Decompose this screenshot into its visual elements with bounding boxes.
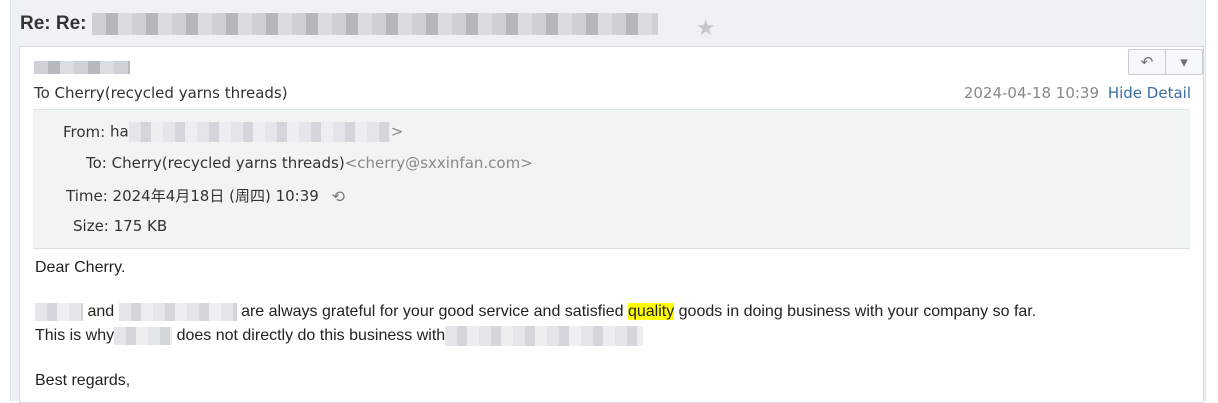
hide-detail-link[interactable]: Hide Detail bbox=[1108, 84, 1191, 102]
chevron-down-icon: ▾ bbox=[1180, 53, 1188, 71]
to-email: <cherry@sxxinfan.com> bbox=[344, 154, 533, 172]
redacted-name-1 bbox=[35, 303, 83, 321]
body-line-2-mid: does not directly do this business with bbox=[176, 327, 446, 345]
body-and: and bbox=[87, 303, 115, 321]
closing: Best regards, bbox=[35, 372, 131, 389]
redacted-company bbox=[445, 326, 644, 346]
redacted-subject bbox=[91, 13, 658, 35]
to-label: To: bbox=[86, 154, 107, 172]
from-value-start: ha bbox=[110, 122, 129, 141]
size-value: 175 KB bbox=[113, 217, 168, 235]
mail-date: 2024-04-18 10:39 bbox=[963, 84, 1099, 102]
body-line-2: This is why does not directly do this bu… bbox=[35, 326, 644, 346]
body-line-1: and are always grateful for your good se… bbox=[35, 303, 1036, 321]
mail-actions: ↶ ▾ bbox=[1128, 49, 1203, 75]
reply-button[interactable]: ↶ bbox=[1129, 50, 1165, 74]
highlighted-word: quality bbox=[627, 303, 675, 321]
redacted-sender bbox=[34, 61, 130, 74]
body-line-1-text: are always grateful for your good servic… bbox=[241, 303, 624, 321]
redacted-from bbox=[128, 122, 391, 142]
mail-subject: Re: Re: bbox=[20, 13, 658, 35]
greeting: Dear Cherry. bbox=[35, 259, 126, 276]
body-line-1-tail: goods in doing business with your compan… bbox=[678, 303, 1037, 321]
mail-card: To Cherry(recycled yarns threads) 2024-0… bbox=[19, 46, 1204, 403]
redacted-name-3 bbox=[114, 327, 173, 345]
from-row: From: ha > bbox=[63, 122, 403, 142]
from-label: From: bbox=[63, 122, 106, 141]
history-icon[interactable]: ⟲ bbox=[332, 187, 345, 206]
size-label: Size: bbox=[73, 217, 109, 235]
time-row: Time: 2024年4月18日 (周四) 10:39 ⟲ bbox=[66, 185, 345, 206]
size-row: Size: 175 KB bbox=[73, 217, 167, 235]
to-summary: To Cherry(recycled yarns threads) bbox=[34, 84, 288, 102]
reply-icon: ↶ bbox=[1140, 53, 1154, 71]
subject-prefix: Re: Re: bbox=[20, 13, 92, 35]
time-label: Time: bbox=[66, 187, 108, 205]
to-row: To: Cherry(recycled yarns threads)<cherr… bbox=[86, 154, 533, 172]
redacted-name-2 bbox=[118, 303, 237, 321]
body-line-2-start: This is why bbox=[35, 327, 115, 345]
star-icon[interactable]: ★ bbox=[696, 16, 716, 41]
from-value-end: > bbox=[390, 122, 404, 141]
mail-details-panel: From: ha > To: Cherry(recycled yarns thre… bbox=[33, 109, 1190, 249]
more-actions-button[interactable]: ▾ bbox=[1165, 50, 1202, 74]
subject-bar: Re: Re: ★ bbox=[10, 6, 1190, 44]
to-name[interactable]: Cherry(recycled yarns threads) bbox=[112, 154, 345, 172]
time-value: 2024年4月18日 (周四) 10:39 bbox=[112, 187, 319, 205]
